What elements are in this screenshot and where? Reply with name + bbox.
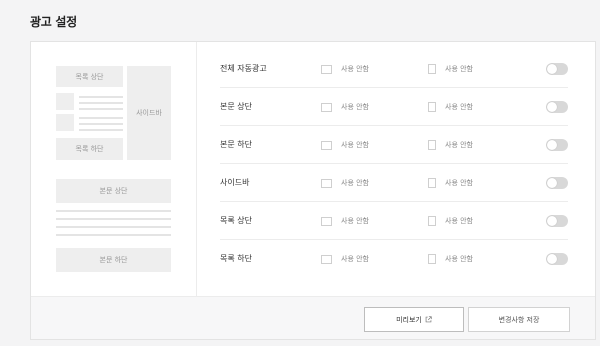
monitor-icon — [321, 178, 332, 188]
option-select[interactable]: 사용 안함 — [428, 88, 473, 126]
option-value: 사용 안함 — [341, 217, 369, 225]
page-title: 광고 설정 — [30, 15, 77, 29]
setting-row: 본문 상단 사용 안함 사용 안함 — [220, 88, 568, 126]
ad-layout-preview: 목록 상단 사이드바 목록 하단 본문 상단 본문 하단 — [31, 42, 197, 296]
monitor-icon — [321, 216, 332, 226]
preview-thumbnail — [56, 114, 74, 131]
toggle-knob — [547, 254, 557, 264]
external-link-icon — [425, 316, 432, 323]
toggle-knob — [547, 102, 557, 112]
option-value: 사용 안함 — [341, 179, 369, 187]
preview-text-line — [79, 123, 123, 125]
option-select[interactable]: 사용 안함 — [321, 240, 369, 278]
option-value: 사용 안함 — [445, 179, 473, 187]
monitor-icon — [321, 102, 332, 112]
preview-button-label: 미리보기 — [396, 315, 422, 324]
option-value: 사용 안함 — [341, 255, 369, 263]
enable-toggle[interactable] — [546, 63, 568, 75]
setting-row: 목록 하단 사용 안함 사용 안함 — [220, 240, 568, 278]
setting-label: 전체 자동광고 — [220, 64, 267, 73]
preview-text-line — [79, 129, 123, 131]
setting-row: 사이드바 사용 안함 사용 안함 — [220, 164, 568, 202]
preview-text-line — [56, 218, 171, 220]
toggle-knob — [547, 216, 557, 226]
preview-body-bottom: 본문 하단 — [56, 248, 171, 272]
option-value: 사용 안함 — [341, 141, 369, 149]
ad-settings-card: 목록 상단 사이드바 목록 하단 본문 상단 본문 하단 전체 자동광고 사용 … — [30, 41, 596, 340]
preview-list-bottom: 목록 하단 — [56, 138, 123, 160]
enable-toggle[interactable] — [546, 253, 568, 265]
setting-row: 목록 상단 사용 안함 사용 안함 — [220, 202, 568, 240]
enable-toggle[interactable] — [546, 177, 568, 189]
option-select[interactable]: 사용 안함 — [321, 88, 369, 126]
save-changes-button[interactable]: 변경사항 저장 — [468, 307, 570, 332]
preview-text-line — [56, 234, 171, 236]
preview-text-line — [79, 108, 123, 110]
settings-footer: 미리보기 변경사항 저장 — [31, 296, 595, 339]
preview-body-top: 본문 상단 — [56, 179, 171, 203]
preview-text-line — [79, 102, 123, 104]
preview-text-line — [79, 96, 123, 98]
option-select[interactable]: 사용 안함 — [428, 164, 473, 202]
option-select[interactable]: 사용 안함 — [428, 240, 473, 278]
setting-row: 전체 자동광고 사용 안함 사용 안함 — [220, 50, 568, 88]
mobile-icon — [428, 254, 436, 264]
option-select[interactable]: 사용 안함 — [428, 126, 473, 164]
option-select[interactable]: 사용 안함 — [428, 50, 473, 88]
toggle-knob — [547, 140, 557, 150]
option-value: 사용 안함 — [445, 255, 473, 263]
monitor-icon — [321, 140, 332, 150]
setting-label: 목록 상단 — [220, 216, 252, 225]
option-value: 사용 안함 — [341, 103, 369, 111]
setting-label: 사이드바 — [220, 178, 250, 187]
toggle-knob — [547, 178, 557, 188]
option-value: 사용 안함 — [445, 103, 473, 111]
preview-thumbnail — [56, 93, 74, 110]
option-value: 사용 안함 — [445, 65, 473, 73]
option-value: 사용 안함 — [445, 141, 473, 149]
toggle-knob — [547, 64, 557, 74]
option-select[interactable]: 사용 안함 — [321, 50, 369, 88]
enable-toggle[interactable] — [546, 101, 568, 113]
preview-text-line — [56, 210, 171, 212]
monitor-icon — [321, 64, 332, 74]
enable-toggle[interactable] — [546, 215, 568, 227]
option-select[interactable]: 사용 안함 — [321, 202, 369, 240]
enable-toggle[interactable] — [546, 139, 568, 151]
mobile-icon — [428, 178, 436, 188]
preview-text-line — [79, 117, 123, 119]
option-select[interactable]: 사용 안함 — [321, 164, 369, 202]
setting-label: 본문 상단 — [220, 102, 252, 111]
option-select[interactable]: 사용 안함 — [428, 202, 473, 240]
mobile-icon — [428, 102, 436, 112]
preview-list-top: 목록 상단 — [56, 66, 123, 87]
option-value: 사용 안함 — [445, 217, 473, 225]
monitor-icon — [321, 254, 332, 264]
setting-label: 본문 하단 — [220, 140, 252, 149]
preview-text-line — [56, 226, 171, 228]
mobile-icon — [428, 216, 436, 226]
mobile-icon — [428, 140, 436, 150]
setting-label: 목록 하단 — [220, 254, 252, 263]
setting-row: 본문 하단 사용 안함 사용 안함 — [220, 126, 568, 164]
option-value: 사용 안함 — [341, 65, 369, 73]
preview-sidebar: 사이드바 — [127, 66, 171, 160]
option-select[interactable]: 사용 안함 — [321, 126, 369, 164]
mobile-icon — [428, 64, 436, 74]
preview-button[interactable]: 미리보기 — [364, 307, 464, 332]
